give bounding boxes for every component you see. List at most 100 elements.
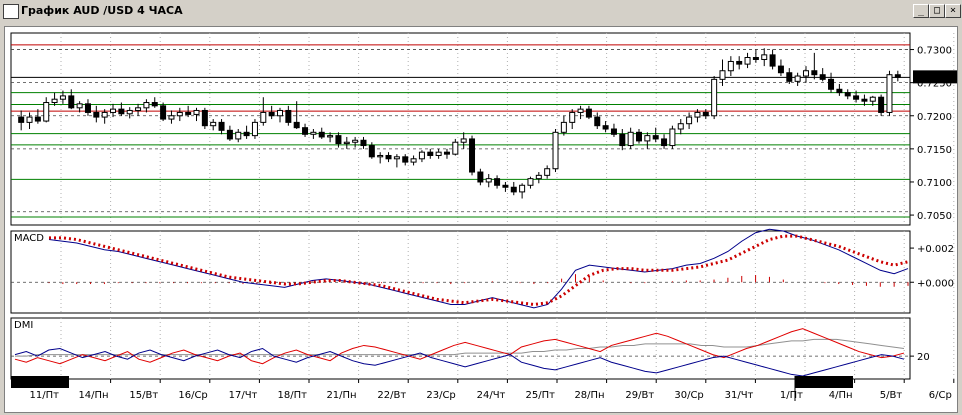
bear-candle	[777, 65, 784, 74]
x-tick-label: 23/Ср	[426, 390, 455, 401]
bear-candle	[402, 156, 409, 163]
month-label: Янв 2019	[14, 377, 62, 388]
bull-candle	[410, 158, 417, 163]
bear-candle	[335, 135, 342, 145]
x-tick-label: 11/Пт	[30, 390, 60, 401]
x-tick-label: 14/Пн	[78, 390, 108, 401]
bear-candle	[752, 56, 759, 60]
bull-candle	[59, 95, 66, 100]
bull-candle	[711, 78, 718, 117]
bear-candle	[385, 154, 392, 160]
current-price-label: 0.7258	[916, 73, 951, 84]
bull-candle	[110, 108, 117, 113]
bear-candle	[702, 111, 709, 117]
bear-candle	[18, 116, 25, 123]
bull-candle	[352, 139, 359, 143]
bull-candle	[544, 168, 551, 176]
bear-candle	[602, 125, 609, 130]
maximize-button[interactable]: □	[929, 4, 945, 18]
bear-candle	[93, 111, 100, 118]
bull-candle	[310, 131, 317, 135]
bull-candle	[76, 103, 83, 109]
bear-candle	[619, 133, 626, 147]
price-tick-label: 0.7050	[917, 211, 952, 222]
bear-candle	[828, 78, 835, 90]
bull-candle	[669, 128, 676, 147]
price-tick-label: 0.7200	[917, 112, 952, 123]
bear-candle	[510, 186, 517, 193]
bull-candle	[727, 60, 734, 72]
bear-candle	[878, 96, 885, 113]
chart-area[interactable]: 0.7300 0.7250 0.7200 0.7150 0.7100 0.7050 0.72…	[4, 26, 958, 413]
bear-candle	[34, 116, 41, 122]
bear-candle	[268, 111, 275, 117]
bull-candle	[627, 131, 634, 147]
bear-candle	[302, 127, 309, 135]
bull-candle	[802, 70, 809, 77]
bear-candle	[652, 135, 659, 140]
dmi-minus-line	[14, 328, 905, 365]
bull-candle	[452, 141, 459, 155]
macd-signal-line	[49, 234, 909, 306]
chart-svg: 0.73000.72500.72000.71500.71000.70500.72…	[10, 32, 957, 401]
bear-candle	[853, 95, 860, 100]
bear-candle	[610, 128, 617, 135]
bear-candle	[836, 88, 843, 94]
bear-candle	[861, 98, 868, 102]
bull-candle	[644, 135, 651, 142]
bull-candle	[694, 111, 701, 118]
bull-candle	[168, 115, 175, 120]
bear-candle	[594, 116, 601, 127]
bear-candle	[368, 145, 375, 158]
bull-candle	[377, 154, 384, 158]
bear-candle	[894, 74, 901, 78]
bull-candle	[519, 184, 526, 193]
bear-candle	[769, 54, 776, 67]
bear-candle	[736, 60, 743, 65]
dmi-adx-line	[15, 338, 905, 357]
dmi-label: DMI	[14, 320, 33, 331]
bull-candle	[176, 111, 183, 117]
chart-window-icon	[3, 4, 19, 19]
window-titlebar: График AUD /USD 4 ЧАСА _ □ ×	[0, 0, 962, 22]
x-tick-label: 15/Вт	[129, 390, 158, 401]
bull-candle	[686, 116, 693, 125]
x-tick-label: 22/Вт	[377, 390, 406, 401]
bear-candle	[185, 111, 192, 115]
bear-candle	[243, 131, 250, 137]
bull-candle	[869, 96, 876, 102]
bull-candle	[552, 131, 559, 170]
bull-candle	[135, 107, 142, 111]
bear-candle	[151, 102, 158, 107]
price-tick-label: 0.7150	[917, 145, 952, 156]
bull-candle	[761, 54, 768, 60]
macd-tick-label: +0.000	[917, 278, 954, 289]
bull-candle	[794, 75, 801, 82]
close-button[interactable]: ×	[945, 4, 961, 18]
bear-candle	[469, 138, 476, 173]
price-tick-label: 0.7300	[917, 46, 952, 57]
bull-candle	[193, 109, 200, 115]
bear-candle	[160, 105, 167, 120]
bear-candle	[360, 139, 367, 147]
macd-label: MACD	[14, 233, 44, 244]
bear-candle	[84, 103, 91, 113]
bear-candle	[819, 74, 826, 80]
x-tick-label: 1/Пт	[780, 390, 803, 401]
bull-candle	[343, 141, 350, 145]
bull-candle	[101, 111, 108, 118]
x-tick-label: 17/Чт	[229, 390, 258, 401]
bear-candle	[661, 138, 668, 147]
bear-candle	[285, 109, 292, 123]
bull-candle	[677, 123, 684, 130]
dmi-tick-label: 20	[917, 352, 930, 363]
x-tick-label: 25/Пт	[526, 390, 556, 401]
bear-candle	[494, 178, 501, 186]
bear-candle	[844, 92, 851, 97]
bull-candle	[485, 178, 492, 183]
bear-candle	[118, 108, 125, 115]
bear-candle	[786, 72, 793, 82]
minimize-button[interactable]: _	[913, 4, 929, 18]
macd-panel-frame	[10, 230, 911, 314]
bull-candle	[235, 131, 242, 140]
